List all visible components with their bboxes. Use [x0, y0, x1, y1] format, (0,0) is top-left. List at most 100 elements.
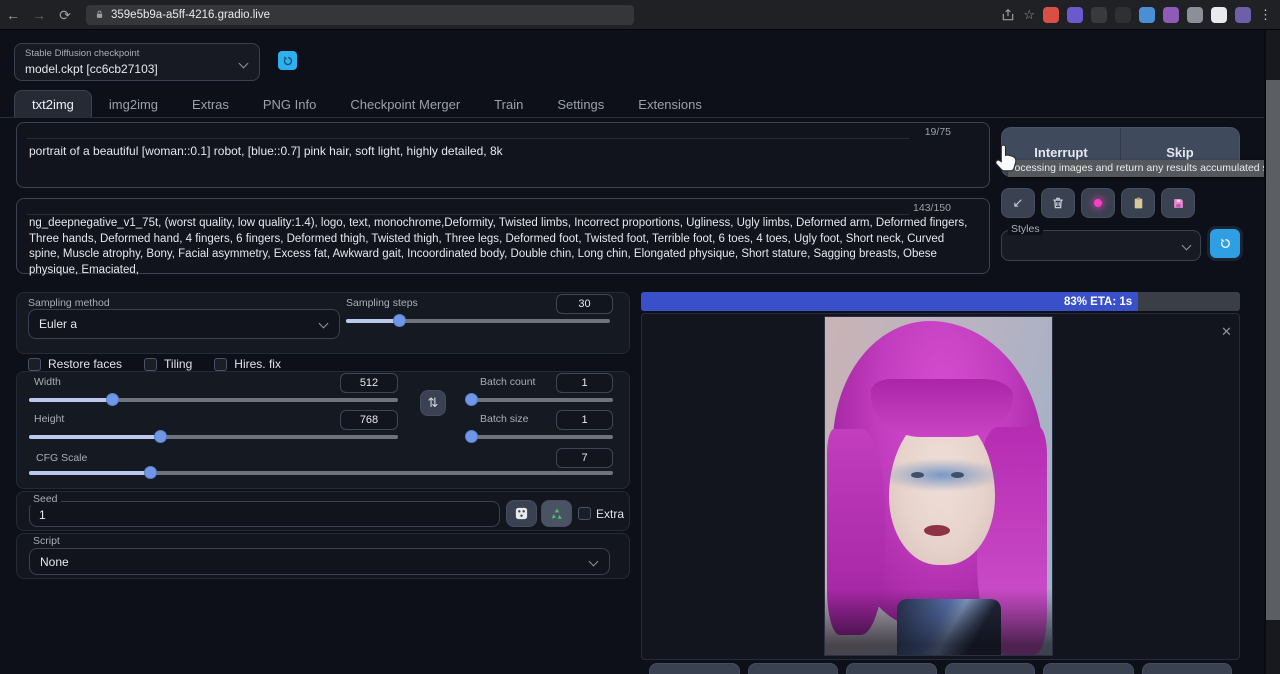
tab-train[interactable]: Train	[477, 91, 540, 118]
url-text: 359e5b9a-a5ff-4216.gradio.live	[111, 9, 270, 21]
width-input[interactable]: 512	[340, 373, 398, 393]
forward-icon[interactable]: →	[26, 0, 52, 30]
slider-thumb[interactable]	[144, 466, 157, 479]
checkpoint-value: model.ckpt [cc6cb27103]	[25, 62, 249, 76]
progress-fill: 83% ETA: 1s	[641, 292, 1138, 311]
seed-input[interactable]: 1	[29, 501, 500, 527]
tab-settings[interactable]: Settings	[540, 91, 621, 118]
tab-png-info[interactable]: PNG Info	[246, 91, 333, 118]
batch-count-input[interactable]: 1	[556, 373, 613, 393]
height-label: Height	[34, 413, 64, 425]
prompt-token-counter: 19/75	[925, 126, 951, 138]
progress-bar: 83% ETA: 1s	[641, 292, 1240, 311]
extensions-puzzle-icon[interactable]	[1187, 7, 1203, 23]
styles-label: Styles	[1008, 223, 1043, 235]
gallery-button[interactable]	[1043, 663, 1134, 674]
tiling-label: Tiling	[164, 357, 192, 371]
chevron-down-icon	[1182, 241, 1192, 251]
height-input[interactable]: 768	[340, 410, 398, 430]
share-icon[interactable]	[1001, 8, 1015, 22]
gallery-button[interactable]	[846, 663, 937, 674]
hires-fix-checkbox[interactable]	[214, 358, 227, 371]
cfg-scale-input[interactable]: 7	[556, 448, 613, 468]
url-bar[interactable]: 359e5b9a-a5ff-4216.gradio.live	[86, 5, 634, 25]
extension-icon[interactable]	[1043, 7, 1059, 23]
extra-networks-button[interactable]	[1081, 188, 1115, 218]
extension-icon[interactable]	[1139, 7, 1155, 23]
seed-value: 1	[39, 508, 46, 522]
generated-image[interactable]	[825, 317, 1052, 655]
sampling-steps-input[interactable]: 30	[556, 294, 613, 314]
browser-chrome: ← → ⟳ 359e5b9a-a5ff-4216.gradio.live ☆ ⋮	[0, 0, 1280, 30]
bookmark-star-icon[interactable]: ☆	[1023, 7, 1035, 23]
browser-menu-icon[interactable]: ⋮	[1259, 7, 1272, 23]
gallery-action-buttons	[649, 663, 1232, 674]
interrupt-tooltip: rocessing images and return any results …	[1008, 160, 1264, 177]
clear-prompt-button[interactable]	[1041, 188, 1075, 218]
random-seed-button[interactable]	[506, 500, 537, 527]
trash-icon	[1051, 196, 1065, 210]
script-dropdown[interactable]: None	[29, 548, 610, 575]
gallery-button[interactable]	[748, 663, 839, 674]
chevron-down-icon	[589, 557, 599, 567]
apply-styles-button[interactable]	[1121, 188, 1155, 218]
slider-thumb[interactable]	[465, 430, 478, 443]
paste-params-button[interactable]: ↙	[1001, 188, 1035, 218]
refresh-styles-button[interactable]	[1210, 229, 1240, 258]
cfg-scale-label: CFG Scale	[36, 452, 87, 464]
checkpoint-dropdown[interactable]: Stable Diffusion checkpoint model.ckpt […	[14, 43, 260, 81]
tiling-checkbox[interactable]	[144, 358, 157, 371]
prompt-textarea[interactable]: 19/75 portrait of a beautiful [woman::0.…	[16, 122, 990, 188]
extension-icon[interactable]	[1067, 7, 1083, 23]
extension-icon[interactable]	[1163, 7, 1179, 23]
tab-checkpoint-merger[interactable]: Checkpoint Merger	[333, 91, 477, 118]
cfg-scale-slider[interactable]	[29, 471, 613, 475]
script-label: Script	[30, 535, 63, 547]
sampling-method-value: Euler a	[39, 317, 77, 331]
clipboard-icon	[1132, 196, 1145, 210]
slider-thumb[interactable]	[393, 314, 406, 327]
extension-icon[interactable]	[1091, 7, 1107, 23]
batch-count-slider[interactable]	[468, 398, 613, 402]
lock-icon	[95, 9, 104, 20]
extra-seed-checkbox[interactable]	[578, 507, 591, 520]
swap-dimensions-button[interactable]: ⇅	[420, 390, 446, 416]
arrow-down-left-icon: ↙	[1013, 195, 1024, 211]
tab-txt2img[interactable]: txt2img	[14, 90, 92, 118]
scrollbar-thumb[interactable]	[1266, 80, 1280, 620]
profile-avatar[interactable]	[1235, 7, 1251, 23]
chevron-down-icon	[319, 319, 329, 329]
floppy-save-icon	[1172, 197, 1185, 210]
main-tabs: txt2img img2img Extras PNG Info Checkpoi…	[14, 89, 719, 118]
reload-icon[interactable]: ⟳	[52, 0, 78, 30]
batch-size-slider[interactable]	[468, 435, 613, 439]
back-icon[interactable]: ←	[0, 0, 26, 30]
dice-icon	[514, 506, 529, 521]
save-style-button[interactable]	[1161, 188, 1195, 218]
slider-thumb[interactable]	[465, 393, 478, 406]
sampling-method-dropdown[interactable]: Euler a	[28, 309, 340, 339]
recycle-icon	[550, 507, 564, 521]
pink-dot-icon	[1094, 199, 1102, 207]
gallery-button[interactable]	[1142, 663, 1233, 674]
reuse-seed-button[interactable]	[541, 500, 572, 527]
batch-size-input[interactable]: 1	[556, 410, 613, 430]
extension-icon[interactable]	[1211, 7, 1227, 23]
slider-thumb[interactable]	[154, 430, 167, 443]
tab-img2img[interactable]: img2img	[92, 91, 175, 118]
tab-extras[interactable]: Extras	[175, 91, 246, 118]
gallery-button[interactable]	[945, 663, 1036, 674]
refresh-checkpoint-button[interactable]	[278, 51, 297, 70]
sampling-steps-slider[interactable]	[346, 319, 610, 323]
negative-token-counter: 143/150	[913, 202, 951, 214]
tab-extensions[interactable]: Extensions	[621, 91, 719, 118]
extension-icon[interactable]	[1115, 7, 1131, 23]
close-icon[interactable]: ✕	[1221, 324, 1232, 340]
prompt-text: portrait of a beautiful [woman::0.1] rob…	[29, 144, 977, 158]
height-slider[interactable]	[29, 435, 398, 439]
width-slider[interactable]	[29, 398, 398, 402]
hires-fix-label: Hires. fix	[234, 357, 281, 371]
negative-prompt-textarea[interactable]: 143/150 ng_deepnegative_v1_75t, (worst q…	[16, 198, 990, 274]
gallery-button[interactable]	[649, 663, 740, 674]
restore-faces-checkbox[interactable]	[28, 358, 41, 371]
